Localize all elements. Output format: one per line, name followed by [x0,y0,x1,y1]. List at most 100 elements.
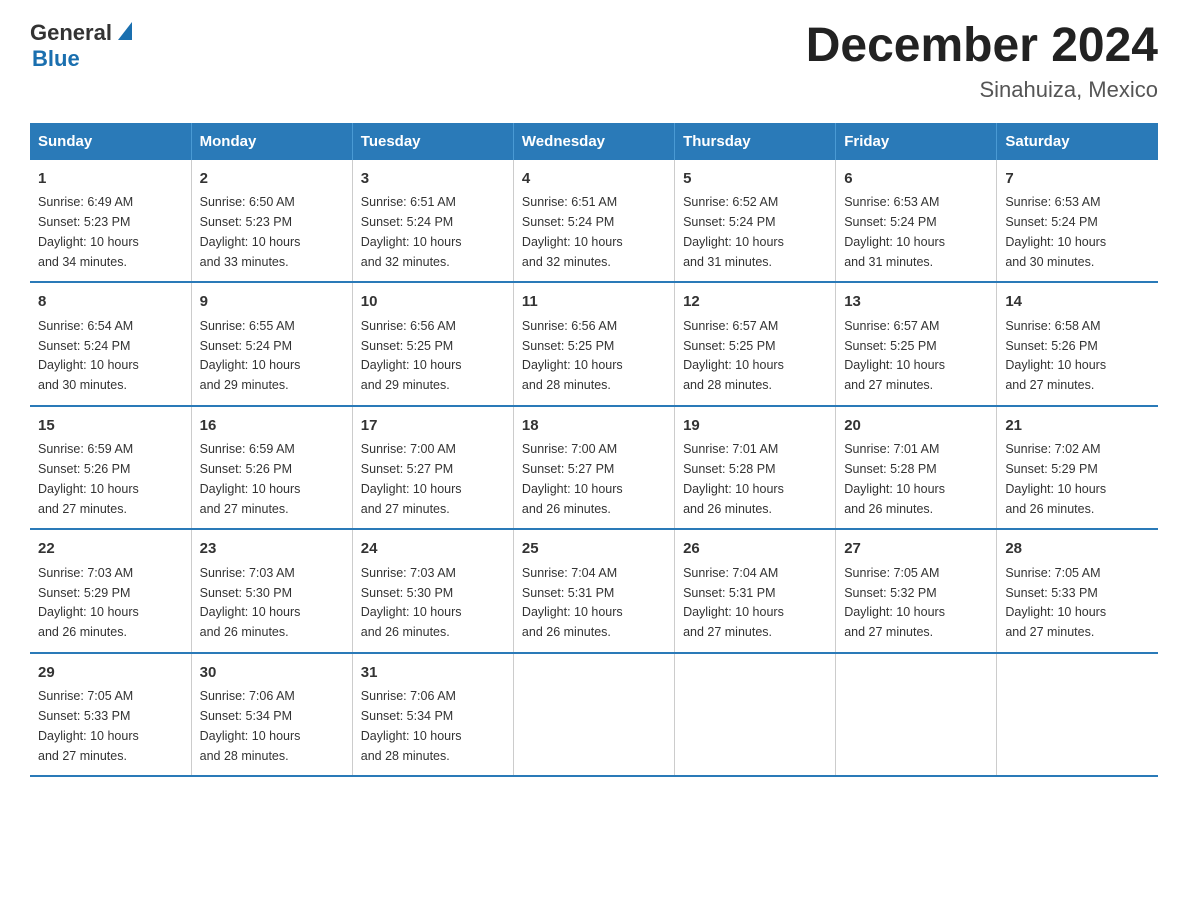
day-number: 26 [683,538,827,561]
month-title: December 2024 [806,20,1158,73]
table-row: 19 Sunrise: 7:01 AMSunset: 5:28 PMDayligh… [675,406,836,530]
table-row: 8 Sunrise: 6:54 AMSunset: 5:24 PMDaylight… [30,282,191,406]
calendar-week-row: 8 Sunrise: 6:54 AMSunset: 5:24 PMDaylight… [30,282,1158,406]
col-sunday: Sunday [30,123,191,160]
day-number: 30 [200,662,344,685]
day-info: Sunrise: 6:54 AMSunset: 5:24 PMDaylight:… [38,319,139,392]
calendar-header-row: Sunday Monday Tuesday Wednesday Thursday… [30,123,1158,160]
table-row: 12 Sunrise: 6:57 AMSunset: 5:25 PMDayligh… [675,282,836,406]
table-row [675,653,836,777]
day-number: 16 [200,415,344,438]
calendar-table: Sunday Monday Tuesday Wednesday Thursday… [30,123,1158,778]
day-number: 10 [361,291,505,314]
calendar-week-row: 1Sunrise: 6:49 AMSunset: 5:23 PMDaylight… [30,160,1158,283]
table-row: 16Sunrise: 6:59 AMSunset: 5:26 PMDayligh… [191,406,352,530]
day-number: 9 [200,291,344,314]
day-number: 12 [683,291,827,314]
day-number: 31 [361,662,505,685]
day-info: Sunrise: 7:04 AMSunset: 5:31 PMDaylight:… [522,566,623,639]
day-info: Sunrise: 6:50 AMSunset: 5:23 PMDaylight:… [200,195,301,268]
day-number: 20 [844,415,988,438]
day-number: 5 [683,168,827,191]
logo-general: General [30,20,112,46]
table-row: 30 Sunrise: 7:06 AMSunset: 5:34 PMDayligh… [191,653,352,777]
day-info: Sunrise: 7:01 AMSunset: 5:28 PMDaylight:… [683,442,784,515]
table-row: 20 Sunrise: 7:01 AMSunset: 5:28 PMDayligh… [836,406,997,530]
day-number: 17 [361,415,505,438]
table-row: 27Sunrise: 7:05 AMSunset: 5:32 PMDayligh… [836,529,997,653]
day-number: 7 [1005,168,1150,191]
table-row: 9 Sunrise: 6:55 AMSunset: 5:24 PMDaylight… [191,282,352,406]
day-info: Sunrise: 6:51 AMSunset: 5:24 PMDaylight:… [522,195,623,268]
day-number: 24 [361,538,505,561]
col-monday: Monday [191,123,352,160]
day-info: Sunrise: 6:51 AMSunset: 5:24 PMDaylight:… [361,195,462,268]
calendar-week-row: 29Sunrise: 7:05 AMSunset: 5:33 PMDayligh… [30,653,1158,777]
table-row: 10Sunrise: 6:56 AMSunset: 5:25 PMDayligh… [352,282,513,406]
table-row [836,653,997,777]
table-row: 26Sunrise: 7:04 AMSunset: 5:31 PMDayligh… [675,529,836,653]
table-row: 11Sunrise: 6:56 AMSunset: 5:25 PMDayligh… [513,282,674,406]
day-number: 22 [38,538,183,561]
table-row: 18 Sunrise: 7:00 AMSunset: 5:27 PMDayligh… [513,406,674,530]
logo-blue: Blue [30,46,210,72]
table-row: 28 Sunrise: 7:05 AMSunset: 5:33 PMDayligh… [997,529,1158,653]
day-number: 8 [38,291,183,314]
col-wednesday: Wednesday [513,123,674,160]
table-row: 22 Sunrise: 7:03 AMSunset: 5:29 PMDayligh… [30,529,191,653]
day-info: Sunrise: 6:58 AMSunset: 5:26 PMDaylight:… [1005,319,1106,392]
table-row: 7Sunrise: 6:53 AMSunset: 5:24 PMDaylight… [997,160,1158,283]
table-row: 6Sunrise: 6:53 AMSunset: 5:24 PMDaylight… [836,160,997,283]
day-info: Sunrise: 6:57 AMSunset: 5:25 PMDaylight:… [683,319,784,392]
table-row: 25 Sunrise: 7:04 AMSunset: 5:31 PMDayligh… [513,529,674,653]
day-number: 28 [1005,538,1150,561]
day-number: 14 [1005,291,1150,314]
day-info: Sunrise: 7:06 AMSunset: 5:34 PMDaylight:… [200,689,301,762]
day-info: Sunrise: 7:02 AMSunset: 5:29 PMDaylight:… [1005,442,1106,515]
day-info: Sunrise: 6:55 AMSunset: 5:24 PMDaylight:… [200,319,301,392]
day-number: 25 [522,538,666,561]
day-number: 3 [361,168,505,191]
table-row: 21 Sunrise: 7:02 AMSunset: 5:29 PMDayligh… [997,406,1158,530]
table-row: 15 Sunrise: 6:59 AMSunset: 5:26 PMDayligh… [30,406,191,530]
day-info: Sunrise: 7:00 AMSunset: 5:27 PMDaylight:… [522,442,623,515]
day-number: 19 [683,415,827,438]
table-row: 29Sunrise: 7:05 AMSunset: 5:33 PMDayligh… [30,653,191,777]
day-number: 27 [844,538,988,561]
day-info: Sunrise: 6:53 AMSunset: 5:24 PMDaylight:… [844,195,945,268]
day-info: Sunrise: 7:05 AMSunset: 5:33 PMDaylight:… [1005,566,1106,639]
day-info: Sunrise: 7:03 AMSunset: 5:30 PMDaylight:… [361,566,462,639]
col-tuesday: Tuesday [352,123,513,160]
day-number: 15 [38,415,183,438]
day-info: Sunrise: 7:06 AMSunset: 5:34 PMDaylight:… [361,689,462,762]
logo: General Blue [30,20,210,72]
day-number: 23 [200,538,344,561]
day-number: 18 [522,415,666,438]
title-block: December 2024 Sinahuiza, Mexico [806,20,1158,103]
day-info: Sunrise: 7:03 AMSunset: 5:30 PMDaylight:… [200,566,301,639]
calendar-week-row: 15 Sunrise: 6:59 AMSunset: 5:26 PMDayligh… [30,406,1158,530]
col-thursday: Thursday [675,123,836,160]
table-row [513,653,674,777]
table-row: 23 Sunrise: 7:03 AMSunset: 5:30 PMDayligh… [191,529,352,653]
table-row: 24 Sunrise: 7:03 AMSunset: 5:30 PMDayligh… [352,529,513,653]
day-number: 13 [844,291,988,314]
col-friday: Friday [836,123,997,160]
day-number: 2 [200,168,344,191]
day-info: Sunrise: 6:59 AMSunset: 5:26 PMDaylight:… [38,442,139,515]
day-number: 4 [522,168,666,191]
table-row: 4 Sunrise: 6:51 AMSunset: 5:24 PMDaylight… [513,160,674,283]
day-number: 11 [522,291,666,314]
table-row: 17 Sunrise: 7:00 AMSunset: 5:27 PMDayligh… [352,406,513,530]
day-info: Sunrise: 7:03 AMSunset: 5:29 PMDaylight:… [38,566,139,639]
day-info: Sunrise: 7:01 AMSunset: 5:28 PMDaylight:… [844,442,945,515]
day-info: Sunrise: 7:00 AMSunset: 5:27 PMDaylight:… [361,442,462,515]
day-number: 29 [38,662,183,685]
table-row: 5 Sunrise: 6:52 AMSunset: 5:24 PMDaylight… [675,160,836,283]
day-number: 1 [38,168,183,191]
table-row: 1Sunrise: 6:49 AMSunset: 5:23 PMDaylight… [30,160,191,283]
day-info: Sunrise: 6:52 AMSunset: 5:24 PMDaylight:… [683,195,784,268]
table-row [997,653,1158,777]
table-row: 14 Sunrise: 6:58 AMSunset: 5:26 PMDayligh… [997,282,1158,406]
day-number: 21 [1005,415,1150,438]
